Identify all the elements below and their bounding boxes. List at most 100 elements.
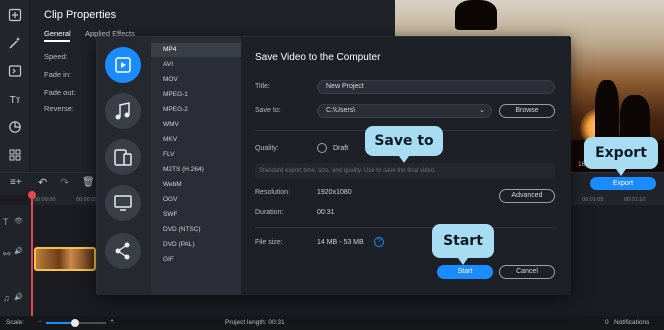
chevron-down-icon: ⌄ <box>479 107 485 114</box>
export-dialog: MP4 AVI MOV MPEG-1 MPEG-2 WMV MKV FLV M2… <box>96 36 571 295</box>
playhead-handle[interactable] <box>28 191 36 199</box>
rider-silhouette <box>620 95 650 143</box>
zoom-out-icon[interactable]: − <box>38 319 42 325</box>
redo-icon[interactable]: ↷ <box>60 176 69 189</box>
monitor-icon <box>114 195 132 211</box>
transitions-icon[interactable] <box>6 64 24 82</box>
titles-icon[interactable]: Tт <box>6 92 24 110</box>
format-list: MP4 AVI MOV MPEG-1 MPEG-2 WMV MKV FLV M2… <box>151 37 241 295</box>
tab-underline <box>44 40 70 42</box>
filesize-value: 14 MB - 53 MB <box>317 239 364 246</box>
format-item[interactable]: WebM <box>163 181 182 188</box>
volume-icon[interactable]: 🔊 <box>14 293 23 301</box>
rider-silhouette <box>595 80 619 142</box>
reverse-label: Reverse: <box>44 104 75 113</box>
category-audio[interactable] <box>105 93 141 129</box>
format-item[interactable]: WMV <box>163 121 179 128</box>
visibility-icon[interactable]: 👁 <box>14 217 23 225</box>
format-item[interactable]: GIF <box>163 256 174 263</box>
advanced-button[interactable]: Advanced <box>499 189 555 203</box>
ruler-tick-label: 00:01:05 <box>582 197 604 203</box>
scale-slider-fill <box>46 322 74 324</box>
status-bar: Scale: − + Project length: 00:31 0 Notif… <box>0 316 664 330</box>
title-label: Title: <box>255 83 270 90</box>
format-item[interactable]: MPEG-2 <box>163 106 188 113</box>
tab-general[interactable]: General <box>44 29 71 38</box>
fade-out-label: Fade out: <box>44 88 76 97</box>
quality-label: Quality: <box>255 145 279 152</box>
speed-label: Speed: <box>44 52 68 61</box>
notifications-link[interactable]: Notifications <box>614 319 649 326</box>
format-item[interactable]: DVD (PAL) <box>163 241 195 248</box>
category-devices[interactable] <box>105 139 141 175</box>
link-icon[interactable]: ⚯ <box>3 249 11 260</box>
ruler-tick-label: 00:00:05 <box>76 197 98 203</box>
ruler-tick-label: 00:00:00 <box>34 197 56 203</box>
format-item[interactable]: MP4 <box>163 46 176 53</box>
format-item[interactable]: MOV <box>163 76 178 83</box>
category-tv[interactable] <box>105 185 141 221</box>
callout-start-label: Start <box>443 233 483 249</box>
duration-label: Duration: <box>255 209 284 216</box>
resolution-label: Resolution: <box>255 189 291 196</box>
playhead[interactable] <box>31 191 33 317</box>
export-button[interactable]: Export <box>590 177 656 190</box>
text-track-icon: T <box>3 217 9 227</box>
callout-tail <box>458 258 468 265</box>
callout-tail <box>399 156 409 163</box>
resolution-value: 1920x1080 <box>317 189 352 196</box>
magic-wand-icon[interactable] <box>6 36 24 54</box>
quality-value: Draft <box>333 145 349 152</box>
format-item[interactable]: FLV <box>163 151 174 158</box>
filesize-label: File size: <box>255 239 283 246</box>
tool-rail: Tт <box>0 0 30 172</box>
video-clip[interactable] <box>34 247 96 271</box>
title-input[interactable]: New Project <box>317 80 555 94</box>
add-track-icon[interactable]: ≡+ <box>10 177 22 188</box>
callout-save-to-label: Save to <box>374 133 434 149</box>
start-button[interactable]: Start <box>437 265 493 279</box>
scale-slider-handle[interactable] <box>71 319 79 327</box>
divider <box>255 227 557 228</box>
notifications-count: 0 <box>605 319 609 326</box>
ruler-tick-label: 00:01:10 <box>624 197 646 203</box>
project-length: Project length: 00:31 <box>225 319 285 326</box>
format-item[interactable]: MKV <box>163 136 177 143</box>
format-item[interactable]: M2TS (H.264) <box>163 166 204 173</box>
rider-silhouette <box>455 0 497 30</box>
undo-icon[interactable]: ↶ <box>38 176 47 189</box>
save-to-select[interactable]: C:\Users\ ⌄ <box>317 104 492 118</box>
category-video-file[interactable] <box>105 47 141 83</box>
callout-tail <box>616 169 626 176</box>
format-item[interactable]: MPEG-1 <box>163 91 188 98</box>
more-tools-icon[interactable] <box>6 148 24 166</box>
export-category-list <box>97 37 151 295</box>
zoom-in-icon[interactable]: + <box>110 318 114 325</box>
video-file-icon <box>115 57 131 73</box>
callout-start: Start <box>432 224 494 265</box>
music-track-icon: ♫ <box>3 293 10 303</box>
track-headers: T 👁 ⚯ 🔊 ♫ 🔊 <box>0 205 30 317</box>
format-item[interactable]: AVI <box>163 61 173 68</box>
cancel-button[interactable]: Cancel <box>499 265 555 279</box>
devices-icon <box>114 149 132 166</box>
fade-in-label: Fade in: <box>44 70 72 79</box>
callout-save-to: Save to <box>365 126 443 163</box>
format-item[interactable]: SWF <box>163 211 177 218</box>
help-icon[interactable]: ? <box>374 237 384 247</box>
volume-icon[interactable]: 🔊 <box>14 247 23 255</box>
quality-toggle[interactable] <box>317 143 327 153</box>
add-media-icon[interactable] <box>6 8 24 26</box>
delete-icon[interactable]: 🗑 <box>82 177 95 188</box>
stickers-icon[interactable] <box>6 120 24 138</box>
format-item[interactable]: OGV <box>163 196 177 203</box>
quality-hint: Standard export time, size, and quality.… <box>259 168 436 174</box>
browse-button[interactable]: Browse <box>499 104 555 118</box>
music-note-icon <box>115 102 130 120</box>
scale-label: Scale: <box>6 319 25 326</box>
format-item[interactable]: DVD (NTSC) <box>163 226 201 233</box>
category-share[interactable] <box>105 233 141 269</box>
duration-value: 00:31 <box>317 209 335 216</box>
share-icon <box>115 242 130 260</box>
callout-export-label: Export <box>595 145 647 161</box>
